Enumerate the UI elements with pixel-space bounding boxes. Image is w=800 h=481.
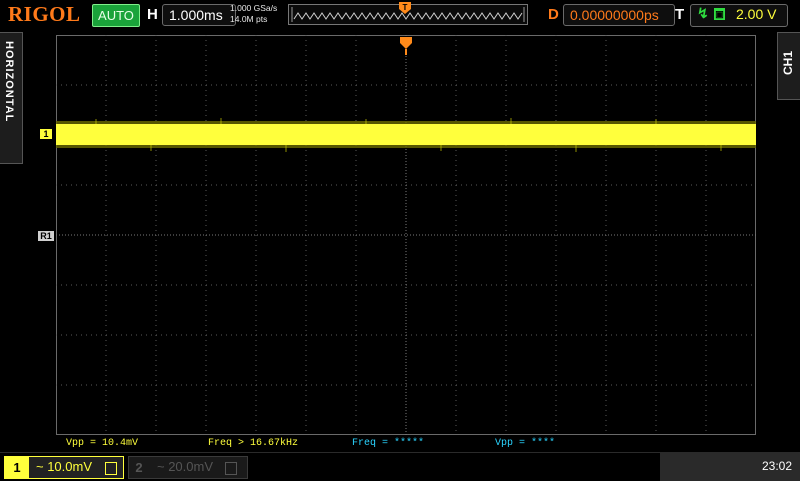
waveform-display[interactable]: [56, 35, 756, 435]
horizontal-label: H: [147, 6, 158, 23]
delay-value[interactable]: 0.00000000ps: [563, 4, 675, 26]
run-mode-badge[interactable]: AUTO: [92, 4, 140, 27]
acquisition-info: 1.000 GSa/s 14.0M pts: [230, 3, 277, 25]
channel-2-number: 2: [135, 460, 143, 475]
ch1-offset-marker[interactable]: 1: [40, 129, 52, 139]
timebase-value[interactable]: 1.000ms: [162, 4, 236, 26]
system-clock: 23:02: [761, 459, 792, 473]
horizontal-menu-tab[interactable]: HORIZONTAL: [0, 32, 23, 164]
channel-1-number: 1: [5, 457, 29, 478]
sample-rate: 1.000 GSa/s: [230, 3, 278, 13]
clock-area: 23:02: [660, 453, 800, 481]
bw-limit-icon: [105, 462, 117, 475]
memory-depth: 14.0M pts: [230, 14, 268, 24]
channel-2-scale: ~ 20.0mV: [157, 459, 214, 474]
measurement-freq-ch1: Freq > 16.67kHz: [208, 438, 299, 449]
horizontal-tab-label: HORIZONTAL: [3, 41, 15, 123]
trigger-label: T: [675, 6, 685, 23]
ch1-tab-label: CH1: [781, 51, 795, 76]
bw-limit-icon: [225, 462, 237, 475]
ch1-waveform-trace: [56, 124, 756, 145]
measurement-freq-other: Freq = *****: [352, 438, 425, 449]
measurement-vpp-ch1: Vpp = 10.4mV: [66, 438, 139, 449]
trigger-level: 2.00 V: [736, 6, 777, 22]
top-status-bar: RIGOL AUTO H 1.000ms 1.000 GSa/s 14.0M p…: [0, 0, 800, 30]
channel-2-status[interactable]: 2 ~ 20.0mV: [128, 456, 248, 479]
delay-label: D: [548, 6, 559, 23]
rising-edge-icon: ↯: [697, 5, 709, 21]
ch1-menu-tab[interactable]: CH1: [777, 32, 800, 100]
memory-trigger-label: T: [403, 3, 408, 12]
brand-logo: RIGOL: [8, 2, 81, 26]
channel-status-bar: 1 ~ 10.0mV 2 ~ 20.0mV 23:02: [0, 452, 800, 481]
channel-1-status[interactable]: 1 ~ 10.0mV: [4, 456, 124, 479]
source-icon: ▣: [714, 8, 725, 20]
trigger-setting[interactable]: ↯ ▣ 2.00 V: [690, 4, 788, 27]
ref1-offset-marker[interactable]: R1: [38, 231, 54, 241]
memory-trigger-marker: T: [398, 1, 412, 18]
graticule: [56, 35, 756, 435]
channel-1-scale: ~ 10.0mV: [36, 459, 93, 474]
measurement-vpp-other: Vpp = ****: [495, 438, 556, 449]
trigger-position-icon: T: [399, 2, 411, 14]
